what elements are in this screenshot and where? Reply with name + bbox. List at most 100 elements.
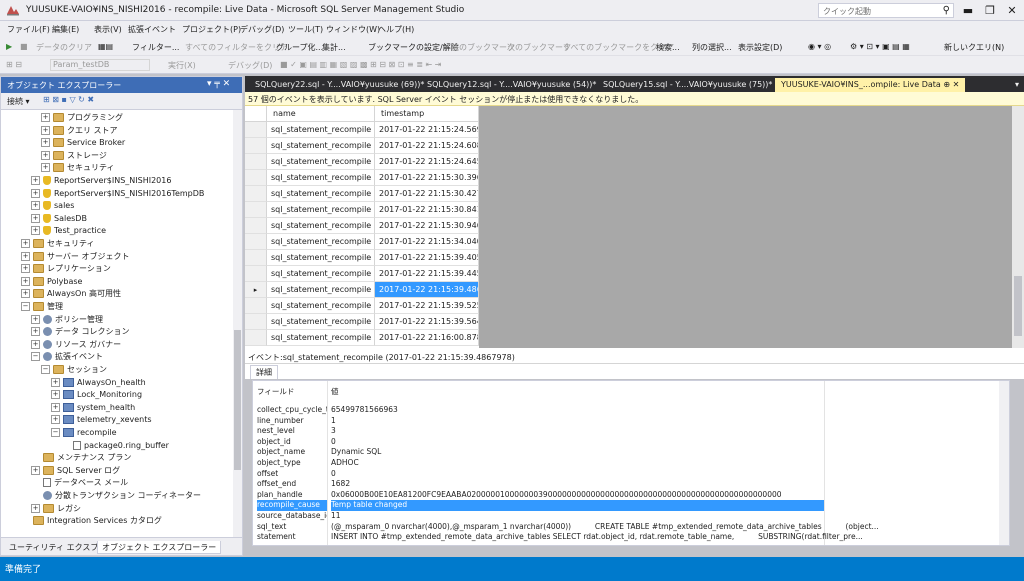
- cell-timestamp[interactable]: 2017-01-22 21:15:24.6459824: [375, 154, 479, 170]
- cell-name[interactable]: sql_statement_recompile: [267, 282, 375, 298]
- prev-bookmark-button[interactable]: 前のブックマーク: [451, 42, 515, 53]
- detail-row[interactable]: offset 0: [253, 469, 998, 480]
- tree-item[interactable]: + ReportServer$INS_NISHI2016: [31, 175, 171, 187]
- cell-name[interactable]: sql_statement_recompile: [267, 154, 375, 170]
- collapse-icon[interactable]: −: [21, 302, 30, 311]
- cell-timestamp[interactable]: 2017-01-22 21:15:30.8419409: [375, 202, 479, 218]
- expand-icon[interactable]: +: [21, 251, 30, 261]
- display-settings-button[interactable]: 表示設定(D): [738, 42, 782, 53]
- tree-item[interactable]: − セッション: [41, 364, 107, 376]
- cell-timestamp[interactable]: 2017-01-22 21:15:39.4459986: [375, 266, 479, 282]
- tree-item[interactable]: − 管理: [21, 301, 63, 313]
- minimize-button[interactable]: ▬: [958, 3, 978, 18]
- menu-tools[interactable]: ツール(T): [288, 24, 323, 35]
- database-select[interactable]: Param_testDB: [50, 59, 150, 71]
- expand-icon[interactable]: +: [31, 314, 40, 324]
- expand-icon[interactable]: +: [31, 339, 40, 349]
- menu-help[interactable]: ヘルプ(H): [378, 24, 414, 35]
- detail-row[interactable]: object_id 0: [253, 437, 998, 448]
- stop-icon[interactable]: ■: [20, 42, 28, 51]
- connect-button[interactable]: 接続 ▾: [7, 96, 30, 107]
- tab-dropdown-icon[interactable]: ▾: [1009, 78, 1024, 92]
- table-row[interactable]: ▸ sql_statement_recompile 2017-01-22 21:15…: [245, 282, 479, 298]
- row-selector[interactable]: [245, 266, 267, 282]
- detail-column-value[interactable]: 値: [331, 387, 971, 398]
- cell-name[interactable]: sql_statement_recompile: [267, 138, 375, 154]
- object-explorer-scrollbar[interactable]: [233, 110, 242, 537]
- expand-icon[interactable]: +: [51, 402, 60, 412]
- tree-item[interactable]: + Service Broker: [41, 137, 125, 149]
- search-button[interactable]: 検索...: [656, 42, 680, 53]
- cell-name[interactable]: sql_statement_recompile: [267, 170, 375, 186]
- table-row[interactable]: sql_statement_recompile 2017-01-22 21:15:…: [245, 202, 479, 218]
- table-row[interactable]: sql_statement_recompile 2017-01-22 21:15:…: [245, 138, 479, 154]
- tree-item[interactable]: + レガシ: [31, 503, 81, 515]
- row-selector[interactable]: [245, 154, 267, 170]
- table-row[interactable]: sql_statement_recompile 2017-01-22 21:15:…: [245, 234, 479, 250]
- tree-item[interactable]: package0.ring_buffer: [61, 440, 169, 452]
- row-selector[interactable]: ▸: [245, 282, 267, 298]
- tree-item[interactable]: メンテナンス プラン: [31, 452, 131, 464]
- start-icon[interactable]: ▶: [6, 42, 12, 51]
- detail-scrollbar[interactable]: [999, 381, 1009, 545]
- tree-item[interactable]: − recompile: [51, 427, 117, 439]
- debug-button[interactable]: デバッグ(D): [228, 60, 272, 71]
- cell-timestamp[interactable]: 2017-01-22 21:15:30.4275651: [375, 186, 479, 202]
- tab-details[interactable]: 詳細: [250, 365, 278, 379]
- expand-icon[interactable]: +: [31, 201, 40, 211]
- quick-launch-input[interactable]: クイック起動 ⚲: [818, 3, 954, 18]
- menu-extended-events[interactable]: 拡張イベント: [128, 24, 176, 35]
- cell-name[interactable]: sql_statement_recompile: [267, 250, 375, 266]
- tree-item[interactable]: 分散トランザクション コーディネーター: [31, 490, 201, 502]
- cell-timestamp[interactable]: 2017-01-22 21:15:24.6083766: [375, 138, 479, 154]
- tree-item[interactable]: + ストレージ: [41, 150, 107, 162]
- tree-item[interactable]: − 拡張イベント: [31, 351, 103, 363]
- row-selector[interactable]: [245, 122, 267, 138]
- table-row[interactable]: sql_statement_recompile 2017-01-22 21:16:…: [245, 330, 479, 346]
- detail-row[interactable]: nest_level 3: [253, 426, 998, 437]
- detail-row[interactable]: source_database_id 11: [253, 511, 998, 522]
- choose-columns-button[interactable]: 列の選択...: [692, 42, 732, 53]
- grid-scroll-thumb[interactable]: [1014, 276, 1022, 336]
- cell-timestamp[interactable]: 2017-01-22 21:15:39.5251397: [375, 298, 479, 314]
- table-row[interactable]: sql_statement_recompile 2017-01-22 21:15:…: [245, 314, 479, 330]
- grid-scrollbar[interactable]: [1012, 106, 1024, 348]
- execute-button[interactable]: 実行(X): [168, 60, 196, 71]
- cell-timestamp[interactable]: 2017-01-22 21:15:34.0406223: [375, 234, 479, 250]
- tree-item[interactable]: + telemetry_xevents: [51, 414, 152, 426]
- menu-view[interactable]: 表示(V): [94, 24, 122, 35]
- detail-row[interactable]: statement INSERT INTO #tmp_extended_remot…: [253, 532, 998, 543]
- cell-name[interactable]: sql_statement_recompile: [267, 234, 375, 250]
- clear-all-filters-button[interactable]: すべてのフィルターをクリア: [185, 42, 288, 53]
- expand-icon[interactable]: +: [51, 377, 60, 387]
- tree-item[interactable]: + クエリ ストア: [41, 125, 118, 137]
- row-selector[interactable]: [245, 298, 267, 314]
- tree-item[interactable]: + リソース ガバナー: [31, 339, 121, 351]
- table-row[interactable]: sql_statement_recompile 2017-01-22 21:15:…: [245, 186, 479, 202]
- table-row[interactable]: sql_statement_recompile 2017-01-22 21:15:…: [245, 122, 479, 138]
- tab-object-explorer[interactable]: オブジェクト エクスプローラー: [97, 541, 222, 554]
- expand-icon[interactable]: +: [31, 213, 40, 223]
- expand-icon[interactable]: +: [51, 415, 60, 425]
- new-query-button[interactable]: 新しいクエリ(N): [944, 42, 1004, 53]
- collapse-icon[interactable]: −: [41, 365, 50, 374]
- nav-back-icon[interactable]: ◉ ▾ ◎: [808, 42, 831, 51]
- expand-icon[interactable]: +: [31, 503, 40, 513]
- cell-timestamp[interactable]: 2017-01-22 21:15:30.3965648: [375, 170, 479, 186]
- document-tab[interactable]: SQLQuery22.sql - Y....VAIO¥yuusuke (69))…: [249, 78, 430, 92]
- table-row[interactable]: sql_statement_recompile 2017-01-22 21:15:…: [245, 298, 479, 314]
- tree-item[interactable]: + データ コレクション: [31, 326, 130, 338]
- tree-item[interactable]: データベース メール: [31, 477, 128, 489]
- tree-item[interactable]: + レプリケーション: [21, 263, 111, 275]
- tree-item[interactable]: + セキュリティ: [21, 238, 95, 250]
- expand-icon[interactable]: +: [31, 176, 40, 185]
- detail-row[interactable]: object_type ADHOC: [253, 458, 998, 469]
- tree-item[interactable]: Integration Services カタログ: [21, 515, 162, 527]
- tree-item[interactable]: + セキュリティ: [41, 162, 115, 174]
- expand-icon[interactable]: +: [31, 465, 40, 475]
- table-row[interactable]: sql_statement_recompile 2017-01-22 21:15:…: [245, 250, 479, 266]
- tree-item[interactable]: + AlwaysOn 高可用性: [21, 288, 121, 300]
- tree-item[interactable]: + プログラミング: [41, 112, 123, 124]
- cell-name[interactable]: sql_statement_recompile: [267, 202, 375, 218]
- column-header-timestamp[interactable]: timestamp: [375, 106, 479, 122]
